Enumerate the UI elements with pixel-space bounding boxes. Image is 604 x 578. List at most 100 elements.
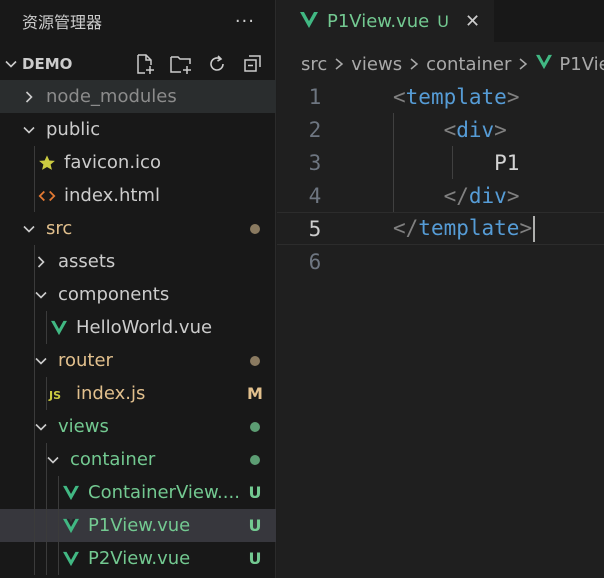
line-number-text: 2 bbox=[308, 117, 322, 142]
bracket-token: </ bbox=[393, 215, 419, 240]
indent-guide bbox=[34, 509, 35, 542]
star-icon bbox=[36, 152, 58, 174]
tree-folder[interactable]: src bbox=[0, 212, 276, 245]
vue-icon bbox=[60, 515, 82, 537]
close-icon[interactable]: ✕ bbox=[465, 11, 480, 32]
bracket-token: </ bbox=[443, 183, 469, 208]
tree-folder[interactable]: node_modules bbox=[0, 80, 276, 113]
bracket-token: > bbox=[494, 117, 507, 142]
vue-icon bbox=[60, 482, 82, 504]
tree-file[interactable]: P2View.vue U bbox=[0, 542, 276, 575]
tag-name-token: div bbox=[468, 183, 507, 208]
code-line[interactable]: 4 </div> bbox=[277, 179, 604, 212]
new-file-icon[interactable] bbox=[131, 50, 159, 78]
tree-item-label: components bbox=[58, 284, 170, 305]
indent-guide bbox=[34, 344, 35, 377]
tree-item-label: index.js bbox=[76, 383, 146, 404]
tree-folder[interactable]: components bbox=[0, 278, 276, 311]
tab-label: P1View.vue bbox=[327, 11, 430, 32]
tree-item-label: assets bbox=[58, 251, 116, 272]
chevron-right-icon bbox=[408, 56, 420, 72]
git-status-badge: U bbox=[248, 549, 262, 568]
tree-file[interactable]: P1View.vue U bbox=[0, 509, 276, 542]
git-status-badge: M bbox=[247, 384, 263, 403]
tree-item-label: favicon.ico bbox=[64, 152, 161, 173]
line-number: 3 bbox=[277, 151, 353, 175]
line-number-text: 4 bbox=[308, 183, 322, 208]
code-line[interactable]: 1 <template> bbox=[277, 80, 604, 113]
tree-file[interactable]: JS index.js M bbox=[0, 377, 276, 410]
line-number: 6 bbox=[277, 250, 353, 274]
breadcrumb-item[interactable]: container bbox=[426, 54, 511, 75]
tree-folder[interactable]: public bbox=[0, 113, 276, 146]
text-cursor bbox=[533, 215, 536, 242]
explorer-header: 资源管理器 ··· bbox=[0, 0, 275, 42]
indent-guide bbox=[34, 542, 35, 575]
code-line[interactable]: 2 <div> bbox=[277, 113, 604, 146]
line-number: 2 bbox=[277, 118, 353, 142]
bracket-token: < bbox=[443, 117, 457, 142]
tree-file[interactable]: index.html bbox=[0, 179, 276, 212]
indent-guide bbox=[58, 542, 59, 575]
chevron-down-icon bbox=[18, 119, 40, 141]
html-icon bbox=[36, 185, 58, 207]
tree-item-label: src bbox=[46, 218, 73, 239]
indent-guide bbox=[58, 509, 59, 542]
tree-file[interactable]: HelloWorld.vue bbox=[0, 311, 276, 344]
tab-p1view[interactable]: P1View.vue U ✕ bbox=[277, 0, 495, 42]
git-status-badge: U bbox=[248, 516, 262, 535]
refresh-icon[interactable] bbox=[203, 50, 231, 78]
bracket-token: > bbox=[519, 215, 533, 240]
bracket-token: < bbox=[393, 84, 406, 109]
breadcrumb-item[interactable]: views bbox=[351, 54, 402, 75]
indent-guide bbox=[34, 245, 35, 278]
tree-folder[interactable]: views bbox=[0, 410, 276, 443]
chevron-right-icon bbox=[18, 86, 40, 108]
code-line[interactable]: 3 P1 bbox=[277, 146, 604, 179]
tree-file[interactable]: favicon.ico bbox=[0, 146, 276, 179]
more-actions-icon[interactable]: ··· bbox=[235, 11, 255, 32]
line-number-text: 3 bbox=[308, 150, 322, 175]
code-editor[interactable]: 1 <template> 2 <div> 3 P1 4 </div> 5 </templat… bbox=[277, 80, 604, 278]
tree-file[interactable]: ContainerView.... U bbox=[0, 476, 276, 509]
indent-guide bbox=[34, 179, 35, 212]
chevron-down-icon bbox=[0, 56, 22, 72]
vue-icon bbox=[48, 317, 70, 339]
file-tree: node_modulespublic favicon.ico index.html s… bbox=[0, 80, 276, 575]
breadcrumb-item[interactable]: P1View.vue bbox=[559, 54, 604, 75]
indent-guide bbox=[34, 311, 35, 344]
vue-icon bbox=[535, 54, 553, 75]
collapse-all-icon[interactable] bbox=[239, 50, 267, 78]
line-number: 5 bbox=[277, 217, 353, 241]
svg-text:JS: JS bbox=[48, 389, 61, 402]
git-status-dot bbox=[240, 417, 270, 436]
chevron-right-icon bbox=[517, 56, 529, 72]
code-line[interactable]: 5 </template> bbox=[277, 212, 604, 245]
code-text: <div> bbox=[393, 118, 507, 142]
tree-folder[interactable]: assets bbox=[0, 245, 276, 278]
code-text: P1 bbox=[393, 151, 519, 175]
tag-name-token: template bbox=[418, 215, 520, 240]
git-status-dot bbox=[240, 450, 270, 469]
new-folder-icon[interactable] bbox=[167, 50, 195, 78]
chevron-down-icon bbox=[18, 218, 40, 240]
indent-guide bbox=[46, 311, 47, 344]
tree-item-label: index.html bbox=[64, 185, 160, 206]
tree-item-label: node_modules bbox=[46, 86, 177, 107]
breadcrumb-item[interactable]: src bbox=[301, 54, 327, 75]
tree-folder[interactable]: router bbox=[0, 344, 276, 377]
indent-guide bbox=[34, 443, 35, 476]
indent-guide bbox=[34, 377, 35, 410]
tree-item-label: ContainerView.... bbox=[88, 482, 240, 503]
code-line[interactable]: 6 bbox=[277, 245, 604, 278]
tree-folder[interactable]: container bbox=[0, 443, 276, 476]
indent-guide bbox=[34, 476, 35, 509]
line-number-text: 1 bbox=[308, 84, 322, 109]
line-number-text: 5 bbox=[308, 216, 322, 241]
git-status-badge: U bbox=[248, 483, 262, 502]
indent-guide bbox=[452, 146, 453, 179]
line-number: 1 bbox=[277, 85, 353, 109]
indent-guide bbox=[46, 377, 47, 410]
